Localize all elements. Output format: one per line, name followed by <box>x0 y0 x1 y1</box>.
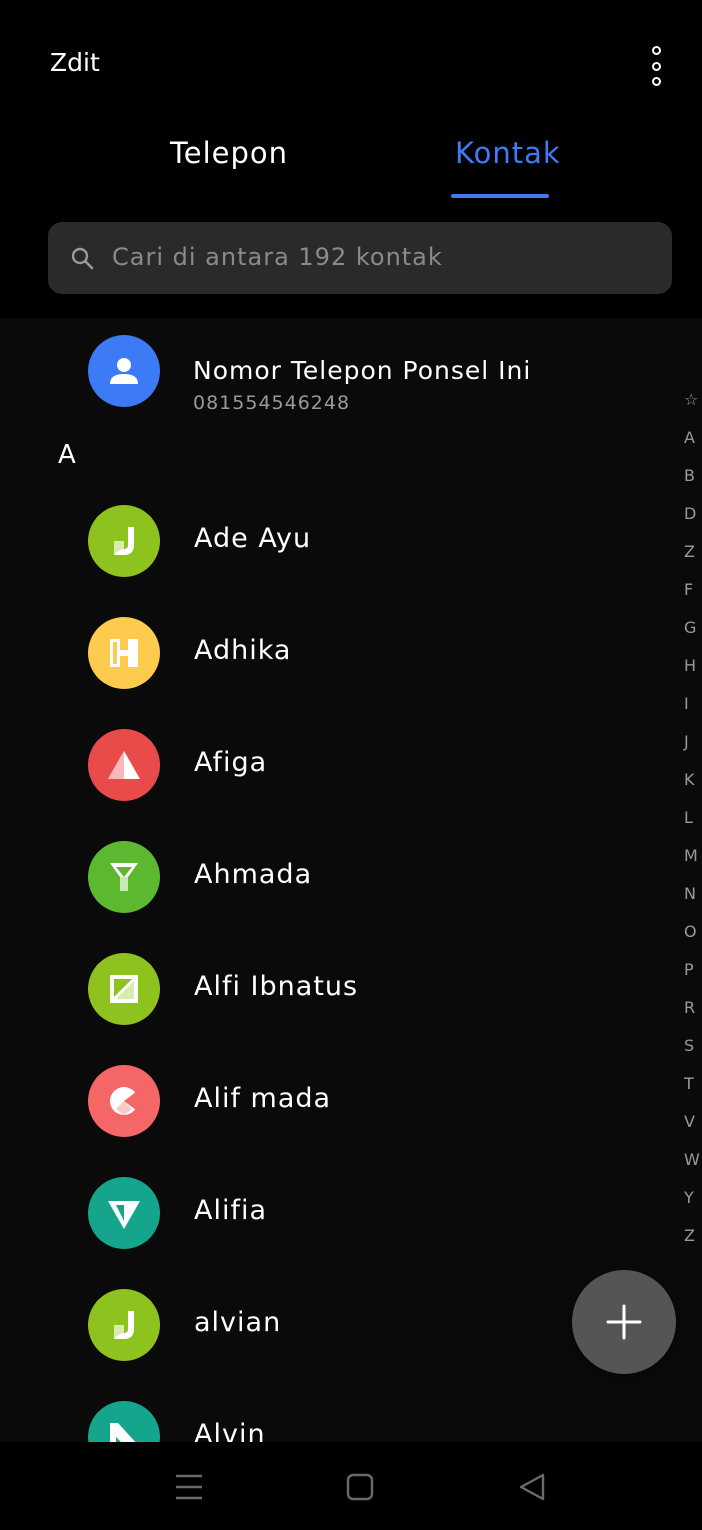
my-phone-number-item[interactable]: Nomor Telepon Ponsel Ini 081554546248 <box>88 334 608 414</box>
index-letter[interactable]: N <box>684 882 702 920</box>
tab-telepon[interactable]: Telepon <box>170 136 288 170</box>
index-letter[interactable]: M <box>684 844 702 882</box>
index-letter[interactable]: S <box>684 1034 702 1072</box>
triangle-icon <box>108 751 140 779</box>
back-icon[interactable] <box>515 1470 549 1504</box>
contact-avatar <box>88 729 160 801</box>
contact-name: Ade Ayu <box>194 523 312 554</box>
contact-item[interactable]: Ahmada <box>88 841 648 915</box>
contact-item[interactable]: Ade Ayu <box>88 505 648 579</box>
system-navigation-bar <box>0 1442 702 1530</box>
contact-list[interactable]: Nomor Telepon Ponsel Ini 081554546248 A … <box>0 318 702 1442</box>
search-input[interactable]: Cari di antara 192 kontak <box>112 243 443 271</box>
contact-name: Alfi Ibnatus <box>194 971 359 1002</box>
contact-avatar <box>88 841 160 913</box>
search-icon <box>71 247 94 270</box>
index-letter[interactable]: Z <box>684 540 702 578</box>
contact-name: Alif mada <box>194 1083 332 1114</box>
index-letter[interactable]: V <box>684 1110 702 1148</box>
index-letter[interactable]: ☆ <box>684 388 702 426</box>
contact-avatar <box>88 1401 160 1442</box>
index-letter[interactable]: Y <box>684 1186 702 1224</box>
v-shape-icon <box>108 1201 140 1229</box>
contact-item[interactable]: Afiga <box>88 729 648 803</box>
index-letter[interactable]: Z <box>684 1224 702 1262</box>
my-phone-label: Nomor Telepon Ponsel Ini <box>193 356 532 385</box>
alphabet-index[interactable]: ☆ A B D Z F G H I J K L M N O P R S T V … <box>684 388 702 1262</box>
index-letter[interactable]: D <box>684 502 702 540</box>
home-icon[interactable] <box>343 1470 377 1504</box>
contact-item[interactable]: Alfi Ibnatus <box>88 953 648 1027</box>
person-icon <box>110 358 138 384</box>
more-vertical-icon[interactable] <box>640 46 672 86</box>
contact-item[interactable]: Alif mada <box>88 1065 648 1139</box>
edit-button[interactable]: Zdit <box>50 48 100 77</box>
contact-item[interactable]: Adhika <box>88 617 648 691</box>
contact-avatar <box>88 1065 160 1137</box>
index-letter[interactable]: G <box>684 616 702 654</box>
y-shape-icon <box>110 863 138 891</box>
contact-item[interactable]: Alvin <box>88 1401 648 1442</box>
my-profile-avatar <box>88 335 160 407</box>
n-shape-icon <box>110 1423 136 1442</box>
c-shape-icon <box>110 1087 140 1115</box>
contact-item[interactable]: Alifia <box>88 1177 648 1251</box>
menu-icon[interactable] <box>172 1470 206 1504</box>
search-bar[interactable]: Cari di antara 192 kontak <box>48 222 672 294</box>
index-letter[interactable]: I <box>684 692 702 730</box>
index-letter[interactable]: P <box>684 958 702 996</box>
contact-avatar <box>88 1177 160 1249</box>
contact-avatar <box>88 505 160 577</box>
index-letter[interactable]: F <box>684 578 702 616</box>
contact-name: Adhika <box>194 635 292 666</box>
j-shape-icon <box>114 1311 134 1339</box>
index-letter[interactable]: A <box>684 426 702 464</box>
tab-kontak[interactable]: Kontak <box>455 136 561 170</box>
contact-avatar <box>88 617 160 689</box>
index-letter[interactable]: O <box>684 920 702 958</box>
add-contact-button[interactable] <box>572 1270 676 1374</box>
contact-name: Ahmada <box>194 859 313 890</box>
contact-name: Afiga <box>194 747 268 778</box>
contact-name: Alifia <box>194 1195 268 1226</box>
index-letter[interactable]: T <box>684 1072 702 1110</box>
contact-avatar <box>88 1289 160 1361</box>
index-letter[interactable]: J <box>684 730 702 768</box>
contact-item[interactable]: alvian <box>88 1289 648 1363</box>
index-letter[interactable]: H <box>684 654 702 692</box>
index-letter[interactable]: R <box>684 996 702 1034</box>
index-letter[interactable]: W <box>684 1148 702 1186</box>
active-tab-indicator <box>451 194 549 198</box>
j-shape-icon <box>114 527 134 555</box>
h-shape-icon <box>110 639 138 667</box>
index-letter[interactable]: L <box>684 806 702 844</box>
section-header: A <box>58 440 76 470</box>
index-letter[interactable]: B <box>684 464 702 502</box>
contact-avatar <box>88 953 160 1025</box>
tab-bar: Telepon Kontak <box>0 130 702 200</box>
z-shape-icon <box>110 975 138 1003</box>
my-phone-number: 081554546248 <box>193 392 351 414</box>
contact-name: alvian <box>194 1307 282 1338</box>
index-letter[interactable]: K <box>684 768 702 806</box>
contact-name: Alvin <box>194 1419 266 1442</box>
plus-icon <box>606 1304 642 1340</box>
top-bar: Zdit <box>0 0 702 120</box>
